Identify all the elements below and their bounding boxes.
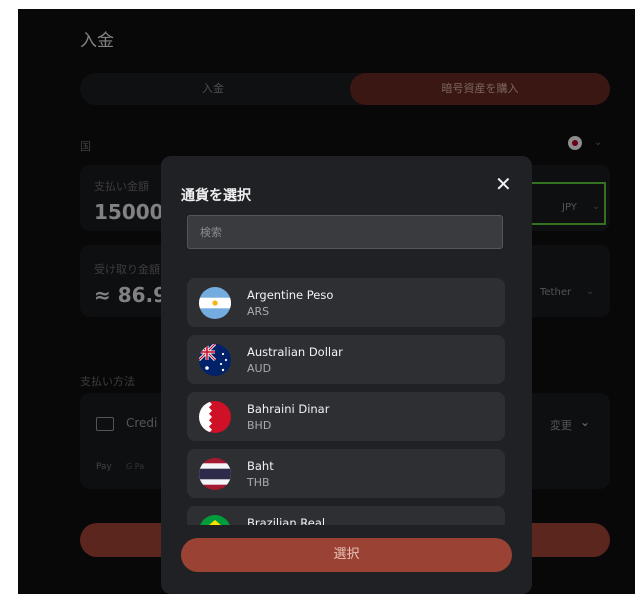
currency-name: Australian Dollar [247, 345, 343, 359]
currency-code: THB [247, 476, 270, 489]
currency-search-input[interactable] [187, 215, 503, 249]
currency-name: Argentine Peso [247, 288, 334, 302]
currency-name: Baht [247, 459, 274, 473]
brazil-flag-icon [199, 515, 231, 525]
currency-row-aud[interactable]: Australian Dollar AUD [187, 335, 505, 384]
argentina-flag-icon [199, 287, 231, 319]
close-icon[interactable]: ✕ [495, 174, 512, 194]
currency-row-ars[interactable]: Argentine Peso ARS [187, 278, 505, 327]
thailand-flag-icon [199, 458, 231, 490]
currency-name: Bahraini Dinar [247, 402, 330, 416]
deposit-screen: 入金 入金 暗号資産を購入 国 ⌄ 支払い金額 15000 JPY ⌄ 受け取り… [18, 9, 635, 594]
currency-row-thb[interactable]: Baht THB [187, 449, 505, 498]
currency-name: Brazilian Real [247, 516, 326, 525]
currency-row-brl[interactable]: Brazilian Real [187, 506, 505, 525]
currency-select-modal: 通貨を選択 ✕ Argentine Peso ARS Australian Do… [161, 156, 532, 594]
currency-code: ARS [247, 305, 270, 318]
select-button[interactable]: 選択 [181, 538, 512, 572]
bahrain-flag-icon [199, 401, 231, 433]
currency-row-bhd[interactable]: Bahraini Dinar BHD [187, 392, 505, 441]
currency-list: Argentine Peso ARS Australian Dollar AUD… [187, 278, 505, 525]
currency-code: BHD [247, 419, 272, 432]
modal-title: 通貨を選択 [181, 188, 251, 204]
currency-code: AUD [247, 362, 272, 375]
australia-flag-icon [199, 344, 231, 376]
